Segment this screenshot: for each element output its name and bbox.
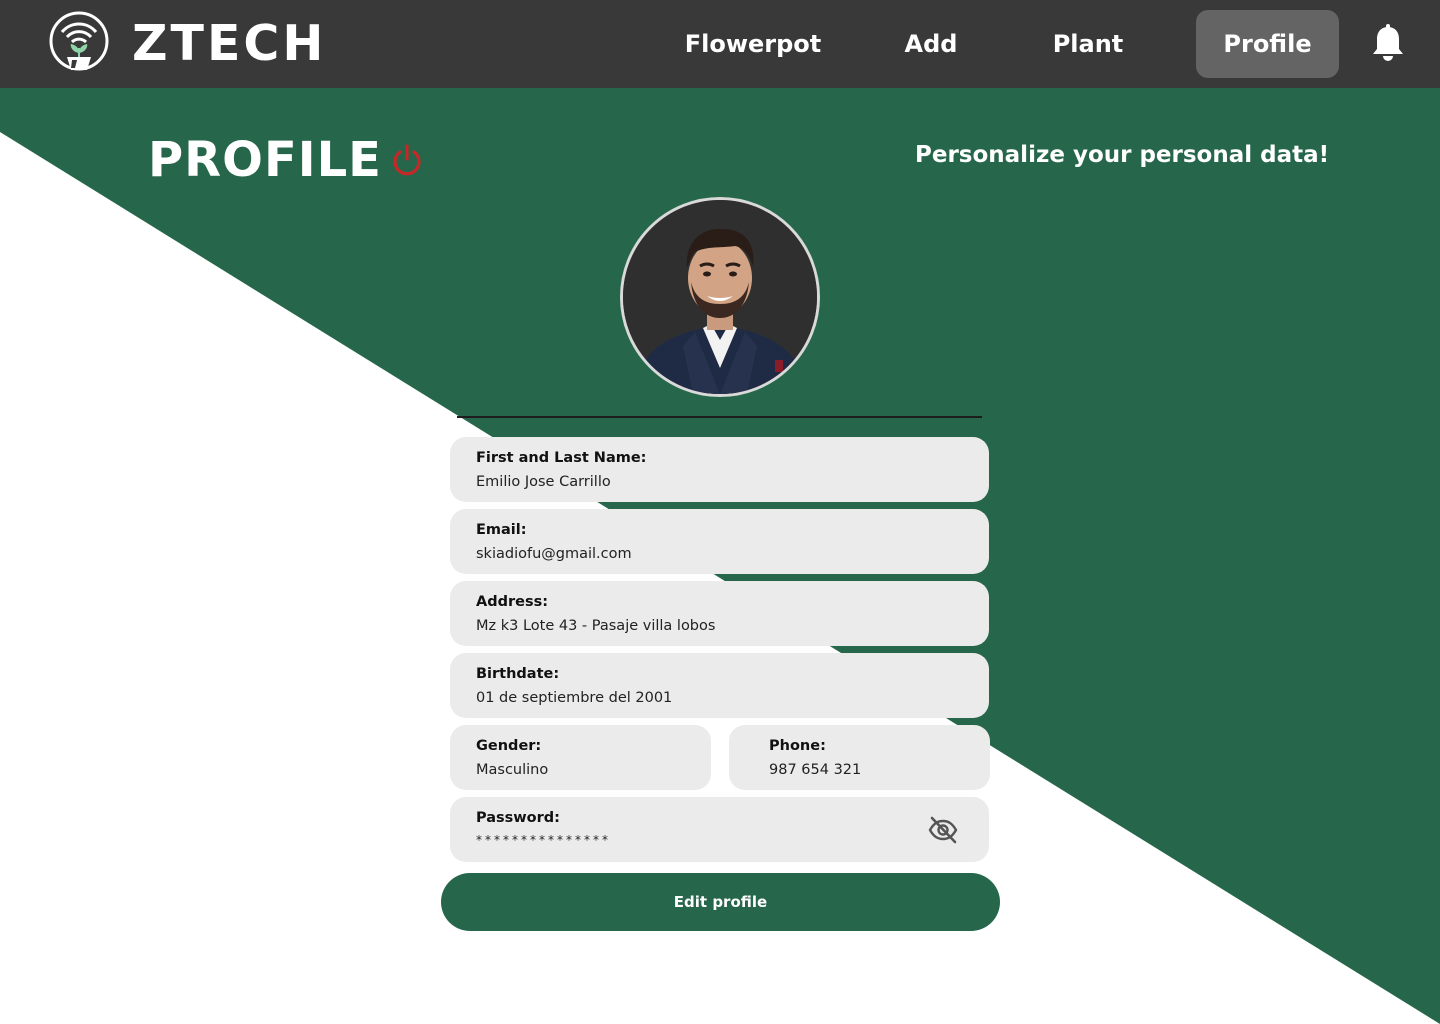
address-field[interactable]: Address: Mz k3 Lote 43 - Pasaje villa lo… [450,581,989,646]
eye-off-icon[interactable] [927,814,959,846]
user-photo [623,200,817,394]
gender-field[interactable]: Gender: Masculino [450,725,711,790]
nav-item-plant[interactable]: Plant [1030,10,1146,78]
password-value: *************** [476,833,611,847]
password-field[interactable]: Password: *************** [450,797,989,862]
address-label: Address: [476,594,549,610]
birthdate-label: Birthdate: [476,666,560,682]
edit-profile-button[interactable]: Edit profile [441,873,1000,931]
name-label: First and Last Name: [476,450,647,466]
phone-value: 987 654 321 [769,762,862,778]
avatar[interactable] [620,197,820,397]
address-value: Mz k3 Lote 43 - Pasaje villa lobos [476,618,716,634]
page-title: PROFILE [148,132,382,188]
email-field[interactable]: Email: skiadiofu@gmail.com [450,509,989,574]
profile-page: PROFILE Personalize your personal data! [0,88,1440,1024]
phone-label: Phone: [769,738,826,754]
password-label: Password: [476,810,560,826]
name-value: Emilio Jose Carrillo [476,474,611,490]
top-navbar: ZTECH Flowerpot Add Plant Profile [0,0,1440,88]
power-icon[interactable] [389,142,425,178]
gender-label: Gender: [476,738,542,754]
gender-value: Masculino [476,762,549,778]
bell-icon[interactable] [1370,24,1406,64]
nav-item-flowerpot[interactable]: Flowerpot [675,10,831,78]
phone-field[interactable]: Phone: 987 654 321 [729,725,990,790]
email-label: Email: [476,522,527,538]
divider [457,416,982,418]
brand-name[interactable]: ZTECH [132,16,326,72]
birthdate-field[interactable]: Birthdate: 01 de septiembre del 2001 [450,653,989,718]
email-value: skiadiofu@gmail.com [476,546,632,562]
nav-item-add[interactable]: Add [872,10,990,78]
nav-item-profile[interactable]: Profile [1196,10,1339,78]
ztech-logo-icon[interactable] [48,10,110,76]
birthdate-value: 01 de septiembre del 2001 [476,690,673,706]
name-field[interactable]: First and Last Name: Emilio Jose Carrill… [450,437,989,502]
page-tagline: Personalize your personal data! [915,142,1330,168]
